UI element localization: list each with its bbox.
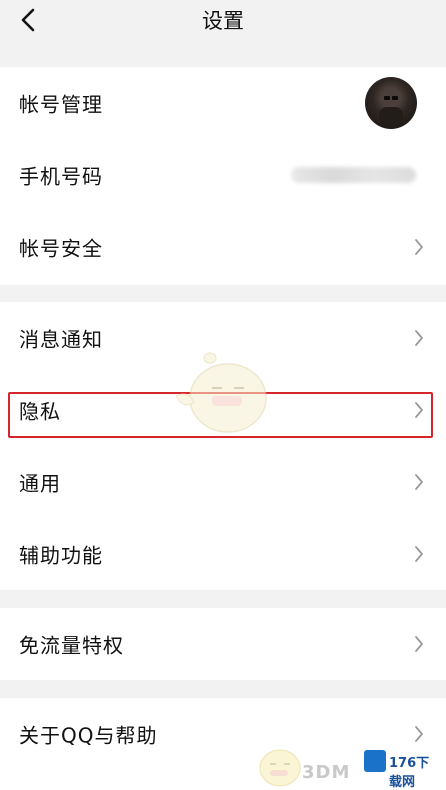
settings-row-phone-number[interactable]: 手机号码 <box>0 139 446 211</box>
row-label: 手机号码 <box>19 164 103 189</box>
settings-row-accessibility[interactable]: 辅助功能 <box>0 518 446 590</box>
avatar[interactable] <box>365 77 417 129</box>
chevron-right-icon <box>415 726 423 742</box>
logo-icon <box>364 750 386 772</box>
settings-row-account-management[interactable]: 帐号管理 <box>0 67 446 139</box>
watermark-text: 3DM <box>302 762 351 783</box>
settings-row-general[interactable]: 通用 <box>0 446 446 518</box>
page-title: 设置 <box>202 9 244 33</box>
row-label: 消息通知 <box>19 327 103 352</box>
row-label: 关于QQ与帮助 <box>19 723 158 748</box>
row-label: 隐私 <box>19 399 61 424</box>
chevron-right-icon <box>415 402 423 418</box>
row-label: 帐号安全 <box>19 236 103 261</box>
watermark-mascot-small-icon <box>259 749 301 787</box>
chevron-right-icon <box>415 330 423 346</box>
chevron-right-icon <box>415 636 423 652</box>
row-label: 帐号管理 <box>19 92 103 117</box>
row-label: 辅助功能 <box>19 543 103 568</box>
settings-row-account-security[interactable]: 帐号安全 <box>0 211 446 283</box>
data-plan-section: 免流量特权 <box>0 608 446 680</box>
watermark-mascot-icon <box>175 352 267 433</box>
chevron-right-icon <box>415 546 423 562</box>
watermark-logo: 176下载网 <box>362 742 442 790</box>
row-label: 通用 <box>19 471 61 496</box>
chevron-right-icon <box>415 474 423 490</box>
masked-phone-value <box>291 167 416 183</box>
top-bar: 设置 <box>0 0 446 48</box>
chevron-right-icon <box>415 239 423 255</box>
general-section: 消息通知 隐私 通用 辅助功能 <box>0 302 446 590</box>
account-section: 帐号管理 手机号码 帐号安全 <box>0 67 446 285</box>
row-label: 免流量特权 <box>19 633 124 658</box>
watermark-logo-text: 176下载网 <box>389 756 430 790</box>
settings-row-data-free[interactable]: 免流量特权 <box>0 608 446 680</box>
